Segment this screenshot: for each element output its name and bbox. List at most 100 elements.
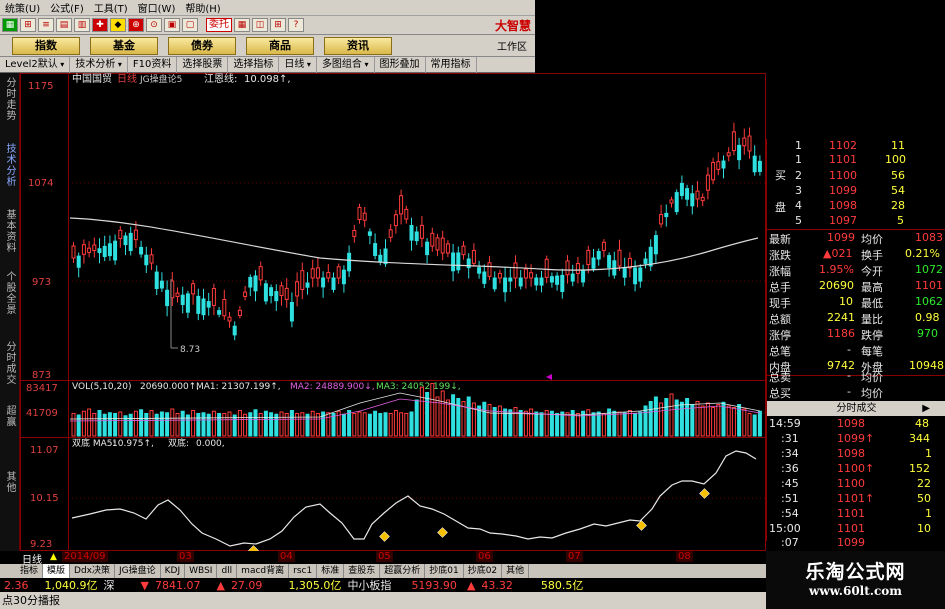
bond-button[interactable]: 债券 bbox=[168, 36, 236, 55]
ind-tab[interactable]: JG操盘论 bbox=[115, 564, 161, 578]
volume-bar bbox=[289, 410, 294, 437]
tab-overview[interactable]: 个股全景 bbox=[3, 271, 17, 315]
entrust-button[interactable]: 委托 bbox=[206, 18, 232, 32]
index-button[interactable]: 指数 bbox=[12, 36, 80, 55]
tab-others[interactable]: 其他 bbox=[3, 471, 17, 493]
orderbook-row[interactable]: 5 1097 5 bbox=[767, 214, 945, 229]
ind-tab[interactable]: KDJ bbox=[161, 564, 186, 578]
candle-body bbox=[622, 267, 627, 278]
multi-chart-dropdown[interactable]: 多图组合 bbox=[317, 56, 375, 73]
tab-basic-info[interactable]: 基本资料 bbox=[3, 209, 17, 253]
window-icon[interactable]: ▢ bbox=[182, 18, 198, 32]
orderbook-row[interactable]: 2 1100 56 bbox=[767, 169, 945, 184]
tab-intraday[interactable]: 分时走势 bbox=[3, 77, 17, 121]
ind-tab[interactable]: 指标 bbox=[0, 564, 44, 578]
ind-tab[interactable]: WBSI bbox=[185, 564, 218, 578]
ticker-market: 深 bbox=[103, 579, 115, 592]
volume-bar bbox=[139, 409, 144, 437]
select-stock-button[interactable]: 选择股票 bbox=[177, 56, 229, 73]
trades-header[interactable]: 分时成交 ▶ bbox=[767, 401, 945, 416]
tech-analysis-dropdown[interactable]: 技术分析 bbox=[70, 56, 128, 73]
price-tick: 973 bbox=[32, 277, 51, 288]
period-dropdown[interactable]: 日线 bbox=[279, 56, 317, 73]
doc-icon[interactable]: ▤ bbox=[56, 18, 72, 32]
orderbook-row[interactable]: 4 1098 28 bbox=[767, 199, 945, 214]
ticker-value: 7841.07 bbox=[154, 578, 201, 592]
stock-icon[interactable]: ✚ bbox=[92, 18, 108, 32]
candle-body bbox=[243, 291, 248, 297]
volume-bar bbox=[326, 412, 331, 437]
volume-bar bbox=[97, 410, 102, 437]
help-cursor-icon[interactable]: ? bbox=[288, 18, 304, 32]
menu-help[interactable]: 帮助(H) bbox=[180, 0, 225, 15]
volume-bar bbox=[232, 414, 237, 437]
expand-arrow-icon[interactable]: ▶ bbox=[922, 401, 930, 416]
ind-tab[interactable]: 模版 bbox=[43, 564, 71, 578]
kline-chart[interactable]: 中国国贸 日线 JG操盘论5 江恩线: 10.098↑, 1175 1074 9… bbox=[20, 73, 766, 551]
common-indicators-button[interactable]: 常用指标 bbox=[426, 56, 477, 73]
overlay-button[interactable]: 图形叠加 bbox=[375, 56, 426, 73]
level2-default-dropdown[interactable]: Level2默认 bbox=[0, 56, 71, 73]
diamond-icon[interactable]: ◆ bbox=[110, 18, 126, 32]
flag-icon[interactable]: ▦ bbox=[2, 18, 18, 32]
f10-icon[interactable]: ⊕ bbox=[128, 18, 144, 32]
select-indicator-button[interactable]: 选择指标 bbox=[228, 56, 280, 73]
candle-body bbox=[352, 230, 357, 237]
menu-system[interactable]: 统策(U) bbox=[0, 0, 45, 15]
grid-icon[interactable]: ⊞ bbox=[20, 18, 36, 32]
ind-tab[interactable]: 抄底02 bbox=[464, 564, 503, 578]
volume-bar bbox=[118, 411, 123, 437]
ind-tab[interactable]: dll bbox=[217, 564, 238, 578]
candle-body bbox=[274, 291, 279, 302]
ind-tab[interactable]: rsc1 bbox=[289, 564, 318, 578]
chart-icon[interactable]: ▥ bbox=[74, 18, 90, 32]
layout-icon[interactable]: ◫ bbox=[252, 18, 268, 32]
ind-tab[interactable]: 标准 bbox=[317, 564, 345, 578]
tab-super-win[interactable]: 超赢 bbox=[3, 405, 17, 427]
volume-bar bbox=[430, 383, 435, 437]
volume-bar bbox=[757, 410, 762, 437]
volume-bar bbox=[144, 413, 149, 437]
menu-tools[interactable]: 工具(T) bbox=[89, 0, 133, 15]
trade-row: :07 1099 bbox=[781, 536, 865, 549]
menu-bar: 统策(U) 公式(F) 工具(T) 窗口(W) 帮助(H) bbox=[0, 0, 535, 16]
candle-body bbox=[404, 208, 409, 220]
ind-tab[interactable]: 其他 bbox=[502, 564, 530, 578]
candle-body bbox=[555, 275, 560, 285]
volume-bar bbox=[227, 411, 232, 437]
grid2-icon[interactable]: ⊞ bbox=[270, 18, 286, 32]
menu-window[interactable]: 窗口(W) bbox=[133, 0, 181, 15]
candle-body bbox=[279, 285, 284, 297]
f10-button[interactable]: F10资料 bbox=[128, 56, 178, 73]
stat-row: 总额 2241 量比 0.98 bbox=[769, 311, 940, 326]
commodity-button[interactable]: 商品 bbox=[246, 36, 314, 55]
ind-tab[interactable]: 查股东 bbox=[344, 564, 381, 578]
ind-tab[interactable]: 抄底01 bbox=[425, 564, 464, 578]
candle-body bbox=[232, 325, 237, 336]
workspace-label[interactable]: 工作区 bbox=[497, 38, 527, 53]
news-icon[interactable]: ⊙ bbox=[146, 18, 162, 32]
volume-bar bbox=[81, 410, 86, 437]
fund-button[interactable]: 基金 bbox=[90, 36, 158, 55]
candle-body bbox=[373, 243, 378, 256]
orderbook-row[interactable]: 1 1102 11 bbox=[767, 139, 945, 154]
tab-trades[interactable]: 分时成交 bbox=[3, 341, 17, 385]
list-icon[interactable]: ≡ bbox=[38, 18, 54, 32]
calc-icon[interactable]: ▣ bbox=[164, 18, 180, 32]
orderbook-row[interactable]: 1 1101 100 bbox=[767, 153, 945, 168]
ind-tab[interactable]: macd背离 bbox=[237, 564, 290, 578]
period-tick: 07 bbox=[566, 551, 583, 562]
orderbook-row[interactable]: 3 1099 54 bbox=[767, 184, 945, 199]
tile-icon[interactable]: ▦ bbox=[234, 18, 250, 32]
ind-tab[interactable]: 超赢分析 bbox=[380, 564, 426, 578]
candle-body bbox=[700, 196, 705, 202]
stat-row: 现手 10 最低 1062 bbox=[769, 295, 943, 310]
candle-body bbox=[435, 237, 440, 251]
tab-tech-analysis[interactable]: 技术分析 bbox=[3, 143, 17, 187]
menu-formula[interactable]: 公式(F) bbox=[45, 0, 89, 15]
ind-tab[interactable]: Ddx决策 bbox=[70, 564, 116, 578]
ind-tick: 10.15 bbox=[30, 493, 59, 504]
news-button[interactable]: 资讯 bbox=[324, 36, 392, 55]
candle-body bbox=[341, 269, 346, 285]
volume-bar bbox=[731, 407, 736, 437]
